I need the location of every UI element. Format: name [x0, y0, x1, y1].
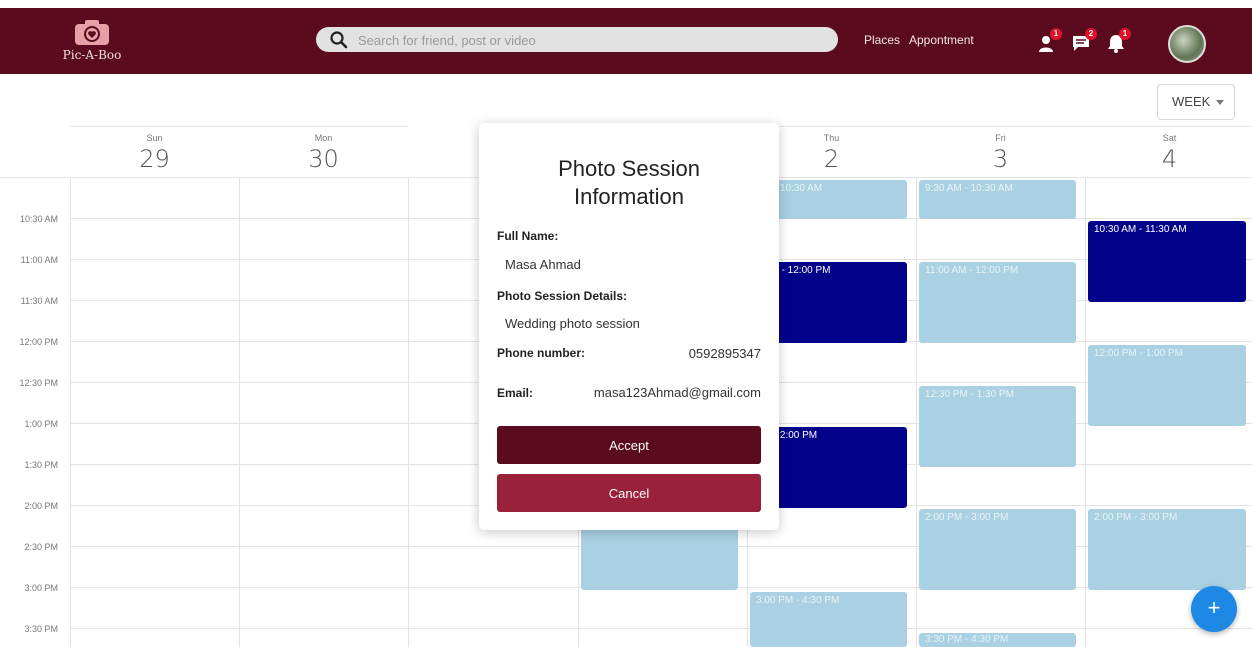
day-name: Mon — [314, 133, 333, 143]
event-time: 2:00 PM - 3:00 PM — [1094, 512, 1178, 523]
time-label: 1:00 PM — [24, 419, 58, 429]
notifications-button[interactable]: 1 — [1105, 28, 1131, 54]
day-header-fri: Fri 3 — [916, 126, 1085, 179]
dialog-title-line: Information — [573, 184, 685, 209]
calendar-event[interactable] — [581, 521, 738, 590]
grid-row-line — [70, 628, 1252, 629]
search-icon — [330, 31, 348, 49]
time-label: 12:00 PM — [19, 337, 58, 347]
day-header-mon: Mon 30 — [239, 126, 408, 179]
calendar-event[interactable]: 9:30 AM - 10:30 AM — [919, 180, 1076, 219]
time-label: 2:00 PM — [24, 501, 58, 511]
event-time: 3:00 PM - 4:30 PM — [756, 595, 840, 606]
event-time: 12:00 PM - 1:00 PM — [1094, 348, 1183, 359]
calendar-event[interactable]: 2:00 PM - 3:00 PM — [919, 509, 1076, 590]
phone-label: Phone number: — [497, 346, 586, 360]
calendar-event[interactable]: 11:00 AM - 12:00 PM — [919, 262, 1076, 343]
time-label: 2:30 PM — [24, 542, 58, 552]
time-label: 11:30 AM — [20, 296, 58, 306]
time-label: 3:30 PM — [24, 624, 58, 634]
messages-badge: 2 — [1085, 28, 1097, 40]
day-date: 4 — [1161, 145, 1178, 173]
time-label: 11:00 AM — [20, 255, 58, 265]
friend-requests-button[interactable]: 1 — [1036, 28, 1062, 54]
grid-column-line — [70, 178, 71, 647]
user-avatar[interactable] — [1168, 25, 1206, 63]
accept-button[interactable]: Accept — [497, 426, 761, 464]
grid-column-line — [239, 178, 240, 647]
friend-requests-badge: 1 — [1050, 28, 1062, 40]
calendar-event[interactable]: 12:30 PM - 1:30 PM — [919, 386, 1076, 467]
calendar-event[interactable]: 3:00 PM - 4:30 PM — [750, 592, 907, 647]
grid-column-line — [408, 178, 409, 647]
nav-appointment-link[interactable]: Appontment — [909, 33, 974, 47]
calendar-event[interactable]: 2:00 PM - 3:00 PM — [1088, 509, 1246, 590]
view-select[interactable]: WEEK — [1157, 84, 1235, 120]
top-navbar: Pic-A-Boo Places Appontment 1 2 1 — [0, 8, 1252, 74]
dialog-title: Photo Session Information — [479, 155, 779, 211]
time-label: 1:30 PM — [24, 460, 58, 470]
day-name: Sat — [1162, 133, 1177, 143]
full-name-value: Masa Ahmad — [505, 257, 581, 272]
calendar-event[interactable]: 3:30 PM - 4:30 PM — [919, 633, 1076, 647]
email-value: masa123Ahmad@gmail.com — [593, 385, 761, 400]
view-select-value: WEEK — [1172, 94, 1211, 109]
event-time: 2:00 PM - 3:00 PM — [925, 512, 1009, 523]
chevron-down-icon — [1216, 100, 1224, 105]
details-label: Photo Session Details: — [497, 289, 628, 303]
cancel-button[interactable]: Cancel — [497, 474, 761, 512]
app-logo[interactable]: Pic-A-Boo — [62, 18, 122, 62]
calendar-event[interactable]: 10:30 AM - 11:30 AM — [1088, 221, 1246, 302]
day-header-sun: Sun 29 — [70, 126, 239, 179]
event-time: 3:30 PM - 4:30 PM — [925, 634, 1009, 645]
messages-button[interactable]: 2 — [1071, 28, 1097, 54]
day-date: 29 — [139, 145, 170, 173]
add-event-button[interactable]: + — [1191, 586, 1237, 632]
day-header-sat: Sat 4 — [1085, 126, 1252, 179]
camera-icon — [75, 20, 109, 45]
time-label: 12:30 PM — [19, 378, 58, 388]
search-bar[interactable] — [316, 27, 838, 52]
day-name: Sun — [146, 133, 163, 143]
event-time: 9:30 AM - 10:30 AM — [925, 183, 1013, 194]
nav-places-link[interactable]: Places — [864, 33, 900, 47]
event-time: 11:00 AM - 12:00 PM — [925, 265, 1019, 276]
event-time: 10:30 AM - 11:30 AM — [1094, 224, 1187, 235]
photo-session-dialog: Photo Session Information Full Name: Mas… — [479, 123, 779, 530]
notifications-badge: 1 — [1119, 28, 1131, 40]
dialog-title-line: Photo Session — [558, 156, 700, 181]
time-label: 10:30 AM — [19, 214, 58, 224]
details-value: Wedding photo session — [505, 316, 640, 331]
grid-column-line — [1085, 178, 1086, 647]
calendar-event[interactable]: 12:00 PM - 1:00 PM — [1088, 345, 1246, 426]
phone-value: 0592895347 — [688, 346, 761, 361]
plus-icon: + — [1207, 595, 1221, 620]
day-date: 30 — [308, 145, 339, 173]
grid-column-line — [916, 178, 917, 647]
time-label: 3:00 PM — [24, 583, 58, 593]
event-time: 12:30 PM - 1:30 PM — [925, 389, 1014, 400]
day-date: 3 — [992, 145, 1009, 173]
app-name: Pic-A-Boo — [62, 48, 122, 62]
email-label: Email: — [497, 386, 534, 400]
search-input[interactable] — [356, 29, 820, 51]
day-name: Fri — [995, 133, 1006, 143]
full-name-label: Full Name: — [497, 229, 559, 243]
